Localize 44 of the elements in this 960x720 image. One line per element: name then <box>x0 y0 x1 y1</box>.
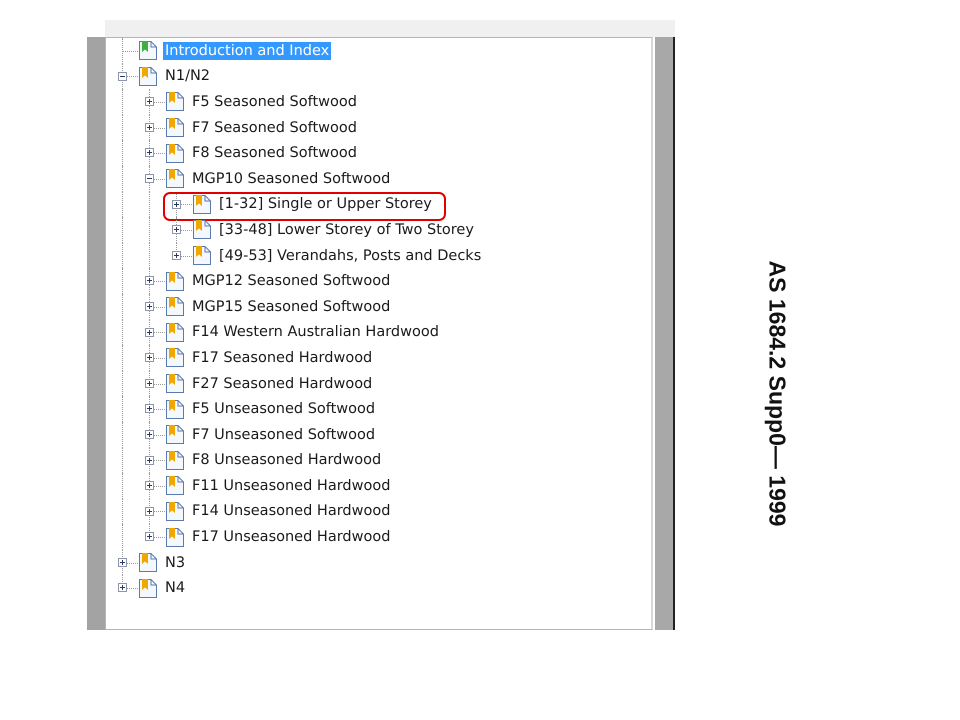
collapse-icon[interactable] <box>145 174 154 183</box>
bookmark-item[interactable]: F8 Unseasoned Hardwood <box>190 451 384 470</box>
expand-icon[interactable] <box>145 276 154 286</box>
bookmark-item[interactable]: F14 Western Australian Hardwood <box>190 323 441 342</box>
bookmark-item[interactable]: F8 Seasoned Softwood <box>190 144 359 162</box>
bookmark-item[interactable]: MGP12 Seasoned Softwood <box>190 272 392 290</box>
bookmark-item[interactable]: F11 Unseasoned Hardwood <box>190 476 392 495</box>
bookmark-item[interactable]: N3 <box>163 554 188 572</box>
expand-icon[interactable] <box>145 378 154 388</box>
expand-icon[interactable] <box>172 200 181 209</box>
bookmark-item[interactable]: F5 Unseasoned Softwood <box>190 400 378 418</box>
expand-icon[interactable] <box>145 302 154 311</box>
bookmark-item[interactable]: N4 <box>163 579 188 598</box>
expand-icon[interactable] <box>145 97 154 106</box>
bookmark-item[interactable]: F17 Unseasoned Hardwood <box>190 528 392 546</box>
expand-icon[interactable] <box>172 225 181 234</box>
bookmark-item[interactable]: N1/N2 <box>163 67 212 86</box>
collapse-icon[interactable] <box>118 72 127 81</box>
bookmark-item[interactable]: F7 Seasoned Softwood <box>190 118 359 137</box>
expand-icon[interactable] <box>145 430 154 439</box>
expand-icon[interactable] <box>145 506 154 516</box>
bookmark-item[interactable]: F27 Seasoned Hardwood <box>190 374 374 393</box>
expand-icon[interactable] <box>145 456 154 464</box>
bookmark-item[interactable]: F7 Unseasoned Softwood <box>190 426 378 444</box>
bookmark-item[interactable]: [1-32] Single or Upper Storey <box>217 195 434 214</box>
expand-icon[interactable] <box>145 148 154 158</box>
document-title: AS 1684.2 Supp0— 1999 <box>764 260 790 526</box>
bookmark-item[interactable]: F17 Seasoned Hardwood <box>190 348 374 367</box>
bookmark-item[interactable]: MGP15 Seasoned Softwood <box>190 298 392 316</box>
bookmark-item[interactable]: [49-53] Verandahs, Posts and Decks <box>217 246 484 265</box>
expand-icon[interactable] <box>145 328 154 337</box>
expand-icon[interactable] <box>145 122 154 132</box>
expand-icon[interactable] <box>145 353 154 362</box>
expand-icon[interactable] <box>118 583 127 592</box>
bookmark-item[interactable]: F14 Unseasoned Hardwood <box>190 502 392 520</box>
bookmark-item[interactable]: MGP10 Seasoned Softwood <box>190 170 392 188</box>
bookmark-item[interactable]: F5 Seasoned Softwood <box>190 92 359 111</box>
expand-icon[interactable] <box>145 481 154 490</box>
expand-icon[interactable] <box>145 404 154 414</box>
expand-icon[interactable] <box>145 532 154 542</box>
expand-icon[interactable] <box>118 558 127 567</box>
expand-icon[interactable] <box>172 250 181 260</box>
bookmark-item[interactable]: [33-48] Lower Storey of Two Storey <box>217 220 476 239</box>
splitter-bar[interactable] <box>655 37 675 630</box>
